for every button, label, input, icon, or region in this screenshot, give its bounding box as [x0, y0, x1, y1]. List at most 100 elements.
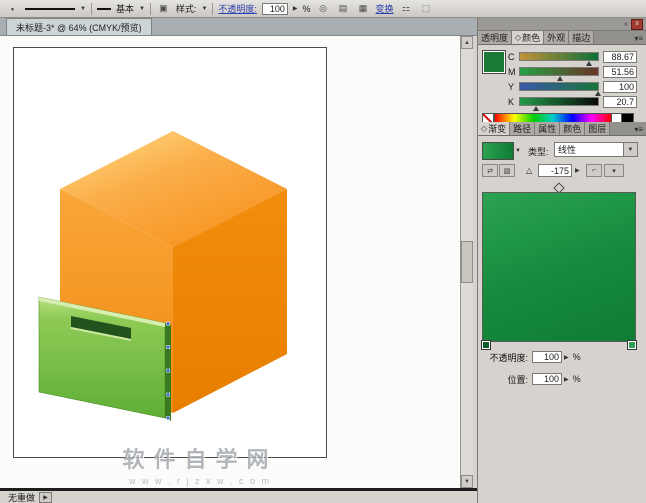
panel-menu-icon[interactable]: ▾≡	[634, 125, 646, 135]
preferences-icon[interactable]: ⬚	[419, 2, 434, 15]
expand-icon: ◇	[515, 33, 521, 42]
gradient-swatch-dropdown-icon[interactable]: ▼	[515, 148, 521, 154]
opacity-spinner-icon[interactable]: ▶	[293, 5, 298, 12]
brush-preview	[97, 8, 111, 10]
black-slider-row: K 20.7	[508, 95, 637, 108]
gradient-stop-left[interactable]	[481, 340, 491, 350]
gradient-panel: ▼ 类型: 线性 ▼ ⇄ ▧ △ -175 ▶ ⌐ ▾ 不透明度:	[478, 136, 646, 503]
gradient-fill-icon[interactable]: ▧	[499, 164, 515, 177]
angle-icon: △	[526, 166, 532, 175]
gradient-opacity-row: 不透明度: 100 ▶ %	[478, 350, 581, 364]
tab-attributes[interactable]: 属性	[535, 122, 560, 135]
canvas-area[interactable]: 软件自学网 w w w . r j z x w . c o m	[0, 36, 460, 488]
anchor-icon[interactable]: ▪	[5, 2, 20, 15]
yellow-slider-row: Y 100	[508, 80, 637, 93]
gradient-type-dropdown[interactable]: 线性 ▼	[554, 142, 638, 157]
cube-artwork[interactable]	[14, 48, 326, 457]
gradient-stroke-dropdown[interactable]: ▾	[604, 164, 624, 177]
black-value-field[interactable]: 20.7	[603, 96, 637, 108]
current-color-swatch[interactable]	[482, 50, 506, 74]
percent-sign: %	[573, 374, 581, 384]
transform-link[interactable]: 变换	[376, 2, 394, 15]
gradient-stroke-icon[interactable]: ⌐	[586, 164, 602, 177]
angle-spinner-icon[interactable]: ▶	[575, 167, 580, 174]
collapse-dock-icon[interactable]: «	[624, 21, 628, 28]
magenta-value-field[interactable]: 51.56	[603, 66, 637, 78]
document-tab-bar: 未标题-3* @ 64% (CMYK/预览)	[0, 18, 477, 36]
document-setup-icon[interactable]: ▤	[336, 2, 351, 15]
watermark-url: w w w . r j z x w . c o m	[60, 476, 340, 486]
tab-layers[interactable]: 图层	[585, 122, 610, 135]
toolbar-divider	[91, 3, 92, 15]
scroll-up-icon[interactable]: ▲	[461, 36, 473, 49]
magenta-slider-row: M 51.56	[508, 65, 637, 78]
brush-dropdown-icon[interactable]: ▼	[139, 6, 145, 12]
tab-gradient[interactable]: ◇ 渐变	[478, 122, 510, 135]
reverse-gradient-icon[interactable]: ⇄	[482, 164, 498, 177]
black-slider[interactable]	[519, 97, 599, 106]
illustrator-window: ▪ ▼ 基本 ▼ ▣ 样式: ▼ 不透明度: 100 ▶ % ◎ ▤ ▦ 变换 …	[0, 0, 646, 503]
panel-dock: « ≡ 透明度 ◇ 颜色 外观 描边 ▾≡ C	[477, 18, 646, 503]
cyan-slider[interactable]	[519, 52, 599, 61]
opacity-spinner-icon[interactable]: ▶	[564, 354, 569, 361]
tab-color[interactable]: ◇ 颜色	[512, 31, 544, 44]
scroll-down-icon[interactable]: ▼	[461, 475, 473, 488]
dock-options-icon[interactable]: ≡	[631, 19, 643, 30]
brush-definition-dropdown[interactable]: 基本	[116, 2, 134, 15]
dock-header: « ≡	[478, 18, 646, 31]
gradient-stop-right[interactable]	[627, 340, 637, 350]
control-bar: ▪ ▼ 基本 ▼ ▣ 样式: ▼ 不透明度: 100 ▶ % ◎ ▤ ▦ 变换 …	[0, 0, 646, 18]
style-label: 样式:	[176, 2, 197, 15]
status-undo-label: 无重做	[8, 491, 35, 503]
expand-icon: ◇	[481, 124, 487, 133]
yellow-slider[interactable]	[519, 82, 599, 91]
gradient-swatch[interactable]	[482, 142, 514, 160]
toolbar-divider	[212, 3, 213, 15]
yellow-value-field[interactable]: 100	[603, 81, 637, 93]
tab-transparency[interactable]: 透明度	[478, 31, 512, 44]
slider-label-k: K	[508, 97, 519, 107]
gradient-angle-field[interactable]: -175	[538, 164, 572, 177]
chevron-down-icon[interactable]: ▼	[623, 143, 637, 156]
artboard[interactable]	[13, 47, 327, 458]
align-icon[interactable]: ⚏	[399, 2, 414, 15]
tab-color2[interactable]: 颜色	[560, 122, 585, 135]
tab-appearance[interactable]: 外观	[544, 31, 569, 44]
panel-menu-icon[interactable]: ▾≡	[634, 34, 646, 44]
gradient-midpoint-icon[interactable]	[553, 182, 564, 193]
magenta-slider[interactable]	[519, 67, 599, 76]
black-slider-thumb[interactable]	[533, 106, 539, 111]
document-title: 未标题-3* @ 64% (CMYK/预览)	[16, 21, 142, 34]
slider-label-m: M	[508, 67, 519, 77]
toolbar-divider	[150, 3, 151, 15]
gradient-opacity-label: 不透明度:	[478, 351, 528, 364]
document-tab[interactable]: 未标题-3* @ 64% (CMYK/预览)	[6, 18, 152, 35]
color-panel: C 88.67 M 51.56 Y	[478, 45, 646, 122]
scrollbar-thumb[interactable]	[461, 241, 473, 283]
gradient-location-field[interactable]: 100	[532, 373, 562, 385]
panel-group1-tabs: 透明度 ◇ 颜色 外观 描边 ▾≡	[478, 31, 646, 45]
stroke-dropdown-icon[interactable]: ▼	[80, 6, 86, 12]
grid-icon[interactable]: ▦	[356, 2, 371, 15]
cyan-value-field[interactable]: 88.67	[603, 51, 637, 63]
style-icon: ▣	[156, 2, 171, 15]
gradient-ramp[interactable]	[482, 192, 636, 342]
opacity-field[interactable]: 100	[262, 3, 288, 15]
tab-stroke[interactable]: 描边	[569, 31, 594, 44]
percent-sign: %	[573, 352, 581, 362]
status-bar: 无重做 ▶	[0, 488, 477, 503]
style-dropdown-icon[interactable]: ▼	[201, 6, 207, 12]
tab-pathfinder[interactable]: 路径	[510, 122, 535, 135]
stroke-preview	[25, 8, 75, 10]
gradient-location-label: 位置:	[478, 373, 528, 386]
vertical-scrollbar[interactable]: ▲ ▼	[460, 36, 473, 488]
slider-label-c: C	[508, 52, 519, 62]
status-dropdown-icon[interactable]: ▶	[39, 492, 52, 503]
gradient-opacity-field[interactable]: 100	[532, 351, 562, 363]
slider-label-y: Y	[508, 82, 519, 92]
cyan-slider-row: C 88.67	[508, 50, 637, 63]
opacity-link[interactable]: 不透明度:	[218, 2, 257, 15]
location-spinner-icon[interactable]: ▶	[564, 376, 569, 383]
panel-group2-tabs: ◇ 渐变 路径 属性 颜色 图层 ▾≡	[478, 122, 646, 136]
target-circle-icon[interactable]: ◎	[316, 2, 331, 15]
